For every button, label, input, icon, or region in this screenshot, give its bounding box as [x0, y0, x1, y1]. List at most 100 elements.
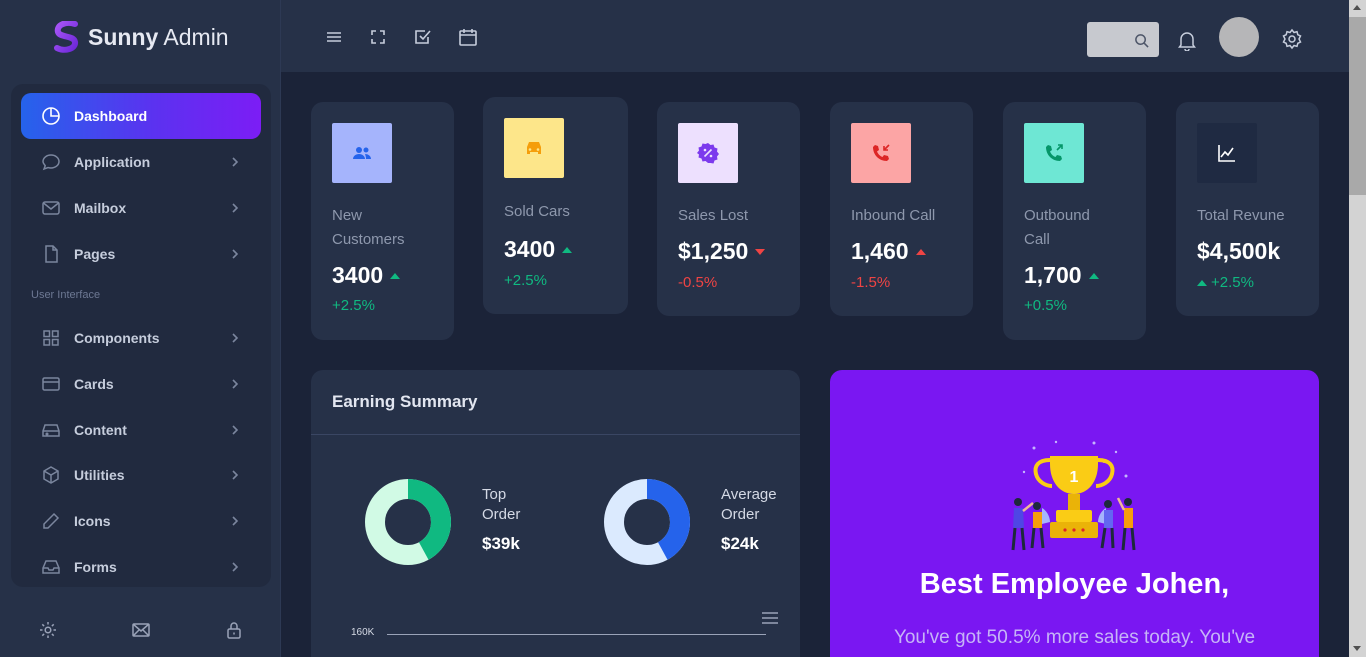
- chart-gridline: [387, 634, 766, 635]
- checklist-icon[interactable]: [413, 27, 433, 47]
- earning-summary-card: Earning Summary Top Order $39k Average O…: [311, 370, 800, 657]
- chevron-right-icon: [232, 157, 239, 167]
- topbar: [281, 0, 1349, 72]
- divider: [311, 434, 800, 435]
- sidebar-item-label: Application: [74, 154, 151, 170]
- menu-icon[interactable]: [324, 27, 344, 47]
- donut-label-line2: Order: [721, 506, 760, 523]
- chevron-right-icon: [232, 562, 239, 572]
- trend-up-icon: [1088, 272, 1099, 279]
- stat-label: Sold Cars: [504, 203, 570, 220]
- stat-delta: +2.5%: [1197, 274, 1254, 291]
- chevron-right-icon: [232, 333, 239, 343]
- users-icon: [332, 123, 392, 183]
- logo-icon: [54, 21, 78, 53]
- sidebar-item-label: Cards: [74, 376, 114, 392]
- sidebar-item-mailbox[interactable]: Mailbox: [21, 185, 261, 231]
- donut-top-order[interactable]: [362, 476, 454, 568]
- discount-icon: [678, 123, 738, 183]
- stat-value: $4,500k: [1197, 238, 1281, 264]
- trend-up-icon: [1197, 279, 1207, 286]
- scroll-up-arrow-icon[interactable]: [1353, 5, 1361, 10]
- pencil-icon: [41, 511, 61, 531]
- lock-icon[interactable]: [224, 620, 244, 640]
- stat-value: 3400: [332, 262, 401, 289]
- fullscreen-icon[interactable]: [368, 27, 388, 47]
- incoming-call-icon: [851, 123, 911, 183]
- sidebar-item-dashboard[interactable]: Dashboard: [21, 93, 261, 139]
- stat-label: Inbound Call: [851, 207, 936, 224]
- chevron-right-icon: [232, 425, 239, 435]
- donut-label: Average: [721, 486, 777, 503]
- sidebar-item-label: Components: [74, 330, 160, 346]
- stat-card-inbound-call[interactable]: Inbound Call 1,460 -1.5%: [830, 102, 973, 316]
- search-icon: [1135, 34, 1149, 48]
- stat-delta: -1.5%: [851, 274, 891, 291]
- page-icon: [41, 244, 61, 264]
- donut-value: $39k: [482, 534, 520, 553]
- sidebar-footer: [0, 612, 281, 648]
- scroll-down-arrow-icon[interactable]: [1353, 646, 1361, 651]
- page-scrollbar[interactable]: [1349, 0, 1366, 657]
- avatar[interactable]: [1219, 17, 1259, 57]
- stat-label-line2: Call: [1024, 231, 1050, 248]
- stat-card-sold-cars[interactable]: Sold Cars 3400 +2.5%: [483, 97, 628, 314]
- chat-icon: [41, 152, 61, 172]
- sidebar-item-label: Icons: [74, 513, 111, 529]
- best-employee-card: 1 Best Employee Johen, You've got 50.5% …: [830, 370, 1319, 657]
- trend-up-icon: [915, 248, 926, 255]
- sidebar-item-content[interactable]: Content: [21, 407, 261, 453]
- donut-value: $24k: [721, 534, 759, 553]
- trend-up-icon: [390, 272, 401, 279]
- trophy-illustration: 1: [1011, 440, 1136, 551]
- stat-value: 1,700: [1024, 262, 1099, 289]
- stat-delta: +2.5%: [504, 272, 547, 289]
- donut-label-line2: Order: [482, 506, 521, 523]
- promo-text: You've got 50.5% more sales today. You'v…: [893, 627, 1256, 648]
- brand[interactable]: Sunny Admin: [54, 20, 229, 54]
- chevron-right-icon: [232, 379, 239, 389]
- settings-icon[interactable]: [38, 620, 58, 640]
- settings-icon[interactable]: [1281, 28, 1302, 50]
- stat-value: 3400: [504, 236, 573, 263]
- sidebar-item-utilities[interactable]: Utilities: [21, 452, 261, 498]
- trend-down-icon: [755, 248, 766, 255]
- stat-card-outbound-call[interactable]: Outbound Call 1,700 +0.5%: [1003, 102, 1146, 340]
- sidebar-item-cards[interactable]: Cards: [21, 361, 261, 407]
- sidebar-item-pages[interactable]: Pages: [21, 231, 261, 277]
- donut-average-order[interactable]: [601, 476, 693, 568]
- sidebar-item-forms[interactable]: Forms: [21, 544, 261, 590]
- svg-text:1: 1: [1070, 469, 1079, 486]
- sidebar-item-label: Mailbox: [74, 200, 127, 216]
- search-box[interactable]: [1087, 22, 1159, 57]
- trend-up-icon: [562, 246, 573, 253]
- car-icon: [504, 118, 564, 178]
- stat-value: 1,460: [851, 238, 926, 265]
- card-title: Earning Summary: [332, 392, 478, 411]
- chevron-right-icon: [232, 470, 239, 480]
- chevron-right-icon: [232, 249, 239, 259]
- mail-icon[interactable]: [131, 620, 151, 640]
- outgoing-call-icon: [1024, 123, 1084, 183]
- chevron-right-icon: [232, 203, 239, 213]
- sidebar-item-label: Dashboard: [74, 108, 148, 124]
- sidebar-item-label: Content: [74, 422, 127, 438]
- axis-label: 160K: [351, 627, 375, 638]
- calendar-icon[interactable]: [458, 27, 478, 47]
- section-label: User Interface: [31, 289, 101, 301]
- sidebar-item-icons[interactable]: Icons: [21, 498, 261, 544]
- donut-label: Top: [482, 486, 507, 503]
- grid-icon: [41, 328, 61, 348]
- stat-card-total-revenue[interactable]: Total Revune $4,500k +2.5%: [1176, 102, 1319, 316]
- stat-value: $1,250: [678, 238, 766, 265]
- chart-menu-icon[interactable]: [762, 612, 778, 624]
- stat-card-sales-lost[interactable]: Sales Lost $1,250 -0.5%: [657, 102, 800, 316]
- stat-label: Outbound: [1024, 207, 1090, 224]
- sidebar-item-components[interactable]: Components: [21, 315, 261, 361]
- brand-name: Sunny Admin: [88, 23, 229, 50]
- chart-line-icon: [1197, 123, 1257, 183]
- bell-icon[interactable]: [1176, 29, 1196, 52]
- stat-card-new-customers[interactable]: New Customers 3400 +2.5%: [311, 102, 454, 340]
- sidebar-item-application[interactable]: Application: [21, 139, 261, 185]
- scrollbar-thumb[interactable]: [1349, 17, 1366, 195]
